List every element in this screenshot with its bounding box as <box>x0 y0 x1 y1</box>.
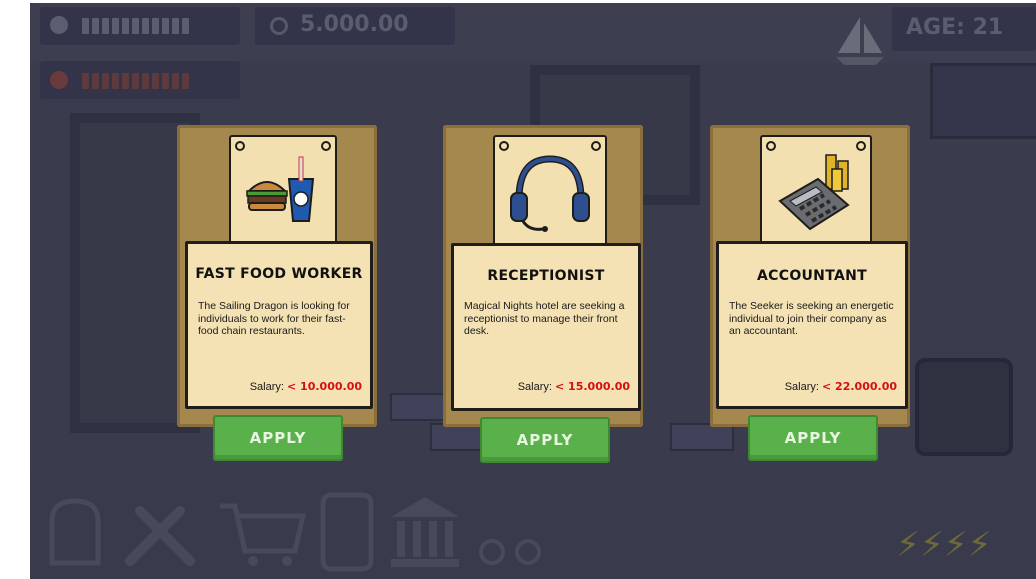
job-info-note: FAST FOOD WORKER The Sailing Dragon is l… <box>185 241 373 409</box>
job-description: The Seeker is seeking an energetic indiv… <box>729 300 894 337</box>
age-label: AGE: 21 <box>906 15 1004 40</box>
salary-value: < 15.000.00 <box>555 380 630 393</box>
job-title: RECEPTIONIST <box>487 268 605 284</box>
money-amount: 5.000.00 <box>300 12 409 37</box>
burger-and-drink-icon <box>246 156 315 222</box>
salary-row: Salary: < 15.000.00 <box>518 380 630 393</box>
job-description: The Sailing Dragon is looking for indivi… <box>198 300 350 337</box>
job-description: Magical Nights hotel are seeking a recep… <box>464 300 625 337</box>
tools-icon[interactable] <box>120 491 200 571</box>
apply-button-receptionist[interactable]: APPLY <box>480 417 610 463</box>
apply-button-fast-food-worker[interactable]: APPLY <box>213 415 343 461</box>
energy-bolts-icon: ⚡⚡⚡⚡ <box>896 525 992 565</box>
apply-button-accountant[interactable]: APPLY <box>748 415 878 461</box>
job-info-note: ACCOUNTANT The Seeker is seeking an ener… <box>716 241 908 409</box>
game-screen: 5.000.00 AGE: 21 FAST FOOD WORKER The Sa… <box>30 3 1036 579</box>
settings-icon[interactable] <box>476 537 546 567</box>
job-icon-note <box>760 135 872 245</box>
backpack-icon[interactable] <box>40 491 110 571</box>
salary-label: Salary: <box>517 381 552 393</box>
headset-icon <box>510 155 590 232</box>
sailboat-icon <box>836 17 884 65</box>
shopping-cart-icon[interactable] <box>215 491 310 571</box>
money-icon <box>270 17 288 35</box>
phone-icon[interactable] <box>317 491 377 573</box>
salary-row: Salary: < 22.000.00 <box>785 380 897 393</box>
bank-icon[interactable] <box>385 491 465 573</box>
job-icon-note <box>493 135 607 247</box>
salary-value: < 10.000.00 <box>287 380 362 393</box>
job-title: FAST FOOD WORKER <box>195 266 363 282</box>
background-brick <box>670 423 734 451</box>
job-title: ACCOUNTANT <box>757 268 867 284</box>
health-icon <box>50 16 68 34</box>
health-bar <box>82 18 189 34</box>
background-monitor <box>915 358 1013 456</box>
salary-label: Salary: <box>784 381 819 393</box>
job-info-note: RECEPTIONIST Magical Nights hotel are se… <box>451 243 641 411</box>
background-shelf <box>930 63 1036 139</box>
job-icon-note <box>229 135 337 245</box>
calculator-and-coins-icon <box>778 154 850 231</box>
happiness-icon <box>50 71 68 89</box>
salary-value: < 22.000.00 <box>822 380 897 393</box>
salary-label: Salary: <box>249 381 284 393</box>
salary-row: Salary: < 10.000.00 <box>250 380 362 393</box>
happiness-bar <box>82 73 189 89</box>
